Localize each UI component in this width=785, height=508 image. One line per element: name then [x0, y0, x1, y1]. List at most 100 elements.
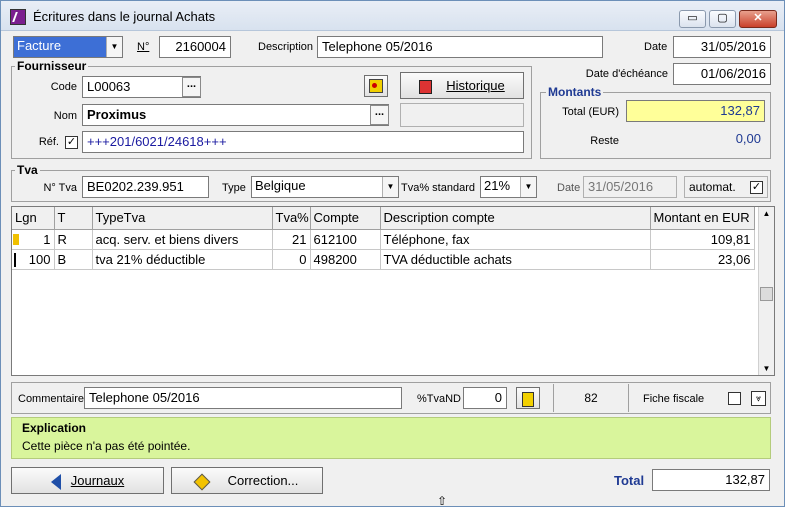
col-compte[interactable]: Compte — [310, 207, 381, 230]
cell-description[interactable]: Téléphone, fax — [380, 229, 651, 250]
total-field: 132,87 — [652, 469, 770, 491]
chevron-down-icon[interactable]: ▼ — [382, 177, 398, 197]
comment-field[interactable]: Telephone 05/2016 — [84, 387, 402, 409]
app-icon — [10, 9, 26, 25]
amounts-group-label: Montants — [546, 85, 604, 99]
grid-scrollbar[interactable]: ▲ ▼ — [758, 207, 774, 375]
cell-description[interactable]: TVA déductible achats — [380, 249, 651, 270]
fiche-fiscale-label: Fiche fiscale — [643, 393, 705, 405]
calculator-button[interactable] — [516, 387, 540, 409]
tva-type-select[interactable]: Belgique ▼ — [251, 176, 399, 198]
col-t[interactable]: T — [54, 207, 93, 230]
scroll-down-icon[interactable]: ▼ — [759, 364, 774, 373]
col-typetva[interactable]: TypeTva — [92, 207, 273, 230]
cell-tva-pct[interactable]: 21 — [272, 229, 311, 250]
calculator-icon — [522, 392, 534, 408]
tva-type-value: Belgique — [255, 178, 306, 193]
ref-checkbox[interactable]: ✓ — [65, 136, 78, 149]
cell-compte[interactable]: 498200 — [310, 249, 381, 270]
cell-montant[interactable]: 109,81 — [650, 229, 755, 250]
tvand-field[interactable]: 0 — [463, 387, 507, 409]
cell-lgn[interactable]: 100 — [12, 249, 55, 270]
history-icon — [419, 79, 433, 94]
col-description[interactable]: Description compte — [380, 207, 651, 230]
doc-no-field[interactable]: 2160004 — [159, 36, 231, 58]
cell-t[interactable]: R — [54, 229, 93, 250]
cell-tva-pct[interactable]: 0 — [272, 249, 311, 270]
table-row[interactable]: 100 B tva 21% déductible 0 498200 TVA dé… — [12, 249, 755, 270]
explanation-text: Cette pièce n'a pas été pointée. — [22, 439, 191, 453]
description-field[interactable]: Telephone 05/2016 — [317, 36, 603, 58]
cell-compte[interactable]: 612100 — [310, 229, 381, 250]
supplier-extra-field — [400, 103, 524, 127]
journal-entry-window: Écritures dans le journal Achats ▭ ▢ ✕ F… — [0, 0, 785, 508]
cell-montant[interactable]: 23,06 — [650, 249, 755, 270]
explanation-title: Explication — [22, 421, 87, 435]
rest-field: 0,00 — [626, 129, 765, 151]
address-card-icon — [369, 78, 383, 93]
total-label: Total — [614, 473, 645, 488]
date-label: Date — [644, 41, 668, 53]
code-lookup-button[interactable]: ... — [182, 77, 201, 97]
minimize-button[interactable]: ▭ — [679, 10, 706, 28]
correction-label: Correction... — [227, 473, 299, 488]
tva-std-label: Tva% standard — [401, 182, 475, 194]
tva-no-field[interactable]: BE0202.239.951 — [82, 176, 209, 198]
correction-button[interactable]: Correction... — [171, 467, 323, 494]
scroll-up-icon[interactable]: ▲ — [759, 209, 774, 218]
supplier-group-label: Fournisseur — [15, 59, 89, 73]
rest-label: Reste — [590, 135, 619, 147]
back-arrow-icon — [50, 473, 61, 490]
row-pointer-icon — [13, 233, 19, 245]
doc-no-label: N° — [137, 41, 150, 53]
tva-std-value: 21% — [484, 178, 511, 193]
tva-no-label: N° Tva — [43, 182, 77, 194]
date-field[interactable]: 31/05/2016 — [673, 36, 771, 58]
tvand-label: %TvaND — [417, 393, 462, 405]
cell-typetva[interactable]: tva 21% déductible — [92, 249, 273, 270]
maximize-button[interactable]: ▢ — [709, 10, 736, 28]
tva-date-field: 31/05/2016 — [583, 176, 677, 198]
ref-field[interactable]: +++201/6021/24618+++ — [82, 131, 524, 153]
col-tva-pct[interactable]: Tva% — [272, 207, 311, 230]
total-eur-label: Total (EUR) — [562, 106, 619, 118]
close-button[interactable]: ✕ — [739, 10, 777, 28]
tva-type-label: Type — [222, 182, 246, 194]
scroll-thumb[interactable] — [760, 287, 773, 301]
code-label: Code — [50, 81, 77, 93]
cell-lgn[interactable]: 1 — [12, 229, 55, 250]
fiche-expand-icon[interactable]: ⩔ — [751, 391, 766, 406]
resize-cursor-icon: ⇧ — [437, 494, 448, 508]
name-label: Nom — [53, 110, 77, 122]
chevron-down-icon[interactable]: ▼ — [520, 177, 536, 197]
title-bar: Écritures dans le journal Achats ▭ ▢ ✕ — [1, 1, 784, 31]
tva-group-label: Tva — [15, 163, 40, 177]
comment-label: Commentaire — [18, 393, 85, 405]
fiche-fiscale-checkbox[interactable] — [728, 392, 741, 405]
explanation-panel: Explication Cette pièce n'a pas été poin… — [11, 417, 771, 459]
supplier-card-button[interactable] — [364, 75, 388, 97]
warning-icon — [193, 473, 211, 491]
window-title: Écritures dans le journal Achats — [33, 9, 216, 24]
entry-lines-grid[interactable]: Lgn T TypeTva Tva% Compte Description co… — [11, 206, 775, 376]
chevron-down-icon[interactable]: ▼ — [106, 37, 122, 57]
table-row[interactable]: 1 R acq. serv. et biens divers 21 612100… — [12, 229, 755, 250]
ref-label: Réf. — [38, 136, 59, 148]
total-eur-field: 132,87 — [626, 100, 765, 122]
history-button[interactable]: Historique — [400, 72, 524, 99]
cell-t[interactable]: B — [54, 249, 93, 270]
name-field[interactable]: Proximus — [82, 104, 389, 126]
name-lookup-button[interactable]: ... — [370, 105, 389, 125]
cell-typetva[interactable]: acq. serv. et biens divers — [92, 229, 273, 250]
col-montant[interactable]: Montant en EUR — [650, 207, 755, 230]
journaux-button[interactable]: Journaux — [11, 467, 164, 494]
due-date-field[interactable]: 01/06/2016 — [673, 63, 771, 85]
tva-date-label: Date — [557, 182, 581, 194]
due-date-label: Date d'échéance — [585, 68, 668, 80]
auto-checkbox[interactable]: ✓ — [750, 181, 763, 194]
history-button-label: Historique — [446, 78, 505, 93]
col-lgn[interactable]: Lgn — [12, 207, 55, 230]
tva-std-select[interactable]: 21% ▼ — [480, 176, 537, 198]
row-marker-icon — [14, 252, 16, 267]
doc-type-select[interactable]: Facture ▼ — [13, 36, 123, 58]
